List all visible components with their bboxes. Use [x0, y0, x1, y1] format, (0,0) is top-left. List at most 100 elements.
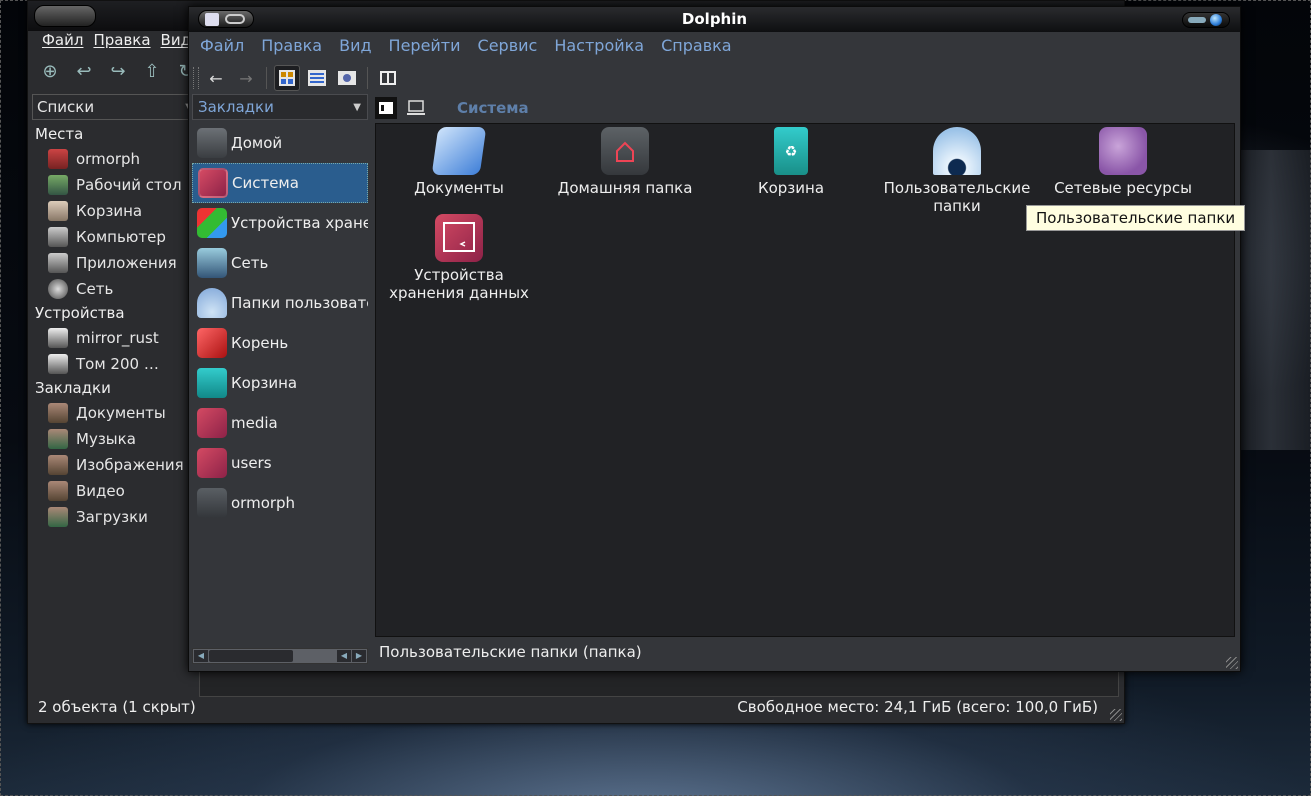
- home-folder-icon: [601, 127, 649, 175]
- video-folder-icon: [48, 481, 68, 501]
- place-item[interactable]: Рабочий стол: [32, 172, 192, 198]
- breadcrumb-mode-button[interactable]: [375, 97, 397, 119]
- device-label: mirror_rust: [76, 329, 159, 347]
- sidebar-item-system[interactable]: Система: [192, 163, 368, 203]
- back-status-free-space: Свободное место: 24,1 ГиБ (всего: 100,0 …: [737, 698, 1098, 716]
- dolphin-window[interactable]: Dolphin Файл Правка Вид Перейти Сервис Н…: [188, 6, 1241, 672]
- breadcrumb-current[interactable]: Система: [457, 99, 529, 117]
- file-item-home[interactable]: Домашняя папка: [542, 127, 708, 197]
- sidebar-item-ormorph[interactable]: ormorph: [192, 483, 368, 523]
- new-folder-icon[interactable]: ⊕: [38, 59, 62, 83]
- sidebar-item-users[interactable]: users: [192, 443, 368, 483]
- bookmark-item[interactable]: Видео: [32, 478, 192, 504]
- preview-view-button[interactable]: [334, 65, 360, 91]
- devices-header: Устройства: [35, 304, 125, 322]
- menu-go[interactable]: Перейти: [389, 36, 461, 58]
- back-arrow-icon[interactable]: ↩: [72, 59, 96, 83]
- place-item[interactable]: Компьютер: [32, 224, 192, 250]
- details-view-icon: [308, 70, 326, 86]
- back-button[interactable]: ←: [203, 65, 229, 91]
- scrollbar-thumb[interactable]: [209, 650, 293, 662]
- place-label: Компьютер: [76, 228, 166, 246]
- bookmark-item[interactable]: Документы: [32, 400, 192, 426]
- places-mode-select[interactable]: Закладки ▼: [192, 94, 368, 120]
- computer-icon: [407, 100, 425, 115]
- back-menu-edit[interactable]: Правка: [93, 31, 150, 53]
- sidebar-item-media[interactable]: media: [192, 403, 368, 443]
- place-item[interactable]: Корзина: [32, 198, 192, 224]
- sidebar-item-user-folders[interactable]: Папки пользователей: [192, 283, 368, 323]
- sidebar-mode-select[interactable]: Списки ▼: [32, 94, 198, 120]
- system-icon: [197, 448, 227, 478]
- sidebar-item-trash[interactable]: Корзина: [192, 363, 368, 403]
- bookmark-item[interactable]: Загрузки: [32, 504, 192, 530]
- sidebar-item-home[interactable]: Домой: [192, 123, 368, 163]
- place-label: ormorph: [76, 150, 141, 168]
- file-label: Устройства хранения данных: [389, 266, 529, 302]
- icons-view-icon: [279, 70, 295, 86]
- menu-file[interactable]: Файл: [200, 36, 244, 58]
- file-view[interactable]: Документы Домашняя папка ♻ Корзина Польз…: [375, 123, 1235, 637]
- icons-view-button[interactable]: [274, 65, 300, 91]
- title-bar[interactable]: Dolphin: [189, 7, 1240, 32]
- back-menu-view[interactable]: Вид: [161, 31, 191, 53]
- menu-help[interactable]: Справка: [661, 36, 732, 58]
- details-view-button[interactable]: [304, 65, 330, 91]
- split-view-button[interactable]: [375, 65, 401, 91]
- sidebar-mode-value: Списки: [37, 98, 95, 116]
- forward-arrow-icon[interactable]: ↪: [106, 59, 130, 83]
- igloo-icon: [197, 288, 227, 318]
- scroll-left-arrow-icon[interactable]: ◀: [337, 650, 351, 662]
- menu-edit[interactable]: Правка: [261, 36, 322, 58]
- bookmark-item[interactable]: Изображения: [32, 452, 192, 478]
- toolbar-handle[interactable]: [193, 67, 199, 89]
- device-item[interactable]: mirror_rust: [32, 325, 192, 351]
- back-toolbar: ⊕ ↩ ↪ ⇧ ↻: [38, 59, 198, 89]
- forward-button[interactable]: →: [233, 65, 259, 91]
- up-arrow-icon[interactable]: ⇧: [140, 59, 164, 83]
- back-window-menu-button[interactable]: [34, 5, 96, 27]
- place-item[interactable]: ormorph: [32, 146, 192, 172]
- sidebar-item-network[interactable]: Сеть: [192, 243, 368, 283]
- device-item[interactable]: Том 200 …: [32, 351, 192, 377]
- back-menu-file[interactable]: Файл: [42, 31, 83, 53]
- file-item-user-folders[interactable]: Пользовательские папки: [874, 127, 1040, 215]
- bookmark-label: Изображения: [76, 456, 184, 474]
- drive-icon: [48, 328, 68, 348]
- menu-bar: Файл Правка Вид Перейти Сервис Настройка…: [189, 36, 732, 58]
- menu-settings[interactable]: Настройка: [554, 36, 644, 58]
- resize-grip[interactable]: [1226, 657, 1238, 669]
- file-item-network[interactable]: Сетевые ресурсы: [1040, 127, 1206, 197]
- menu-view[interactable]: Вид: [339, 36, 371, 58]
- bookmark-label: Видео: [76, 482, 125, 500]
- place-label: Сеть: [76, 280, 114, 298]
- home-icon: [48, 149, 68, 169]
- sidebar-item-storage[interactable]: Устройства хранения данных: [192, 203, 368, 243]
- bookmark-label: Загрузки: [76, 508, 148, 526]
- bookmark-item[interactable]: Музыка: [32, 426, 192, 452]
- sidebar-item-label: Домой: [231, 134, 283, 152]
- close-button[interactable]: [1210, 14, 1222, 26]
- toolbar-separator: [266, 67, 267, 89]
- place-item[interactable]: Приложения: [32, 250, 192, 276]
- sidebar-item-label: Сеть: [231, 254, 269, 272]
- scroll-left-arrow-icon[interactable]: ◀: [194, 650, 208, 662]
- file-label: Сетевые ресурсы: [1054, 179, 1192, 197]
- file-item-storage[interactable]: Устройства хранения данных: [376, 214, 542, 302]
- file-item-trash[interactable]: ♻ Корзина: [708, 127, 874, 197]
- sidebar-item-label: users: [231, 454, 272, 472]
- system-icon: [198, 168, 228, 198]
- file-item-documents[interactable]: Документы: [376, 127, 542, 197]
- scroll-right-arrow-icon[interactable]: ▶: [352, 650, 366, 662]
- sidebar-horizontal-scrollbar[interactable]: ◀ ◀ ▶: [192, 648, 368, 664]
- resize-grip[interactable]: [1110, 709, 1122, 721]
- globe-icon: [1099, 127, 1147, 175]
- places-sidebar: Домой Система Устройства хранения данных…: [192, 123, 368, 648]
- forward-arrow-icon: →: [239, 68, 253, 88]
- sidebar-item-root[interactable]: Корень: [192, 323, 368, 363]
- file-label: Корзина: [757, 179, 825, 197]
- place-item[interactable]: Сеть: [32, 276, 192, 302]
- menu-tools[interactable]: Сервис: [478, 36, 538, 58]
- computer-root-button[interactable]: [405, 97, 427, 119]
- minimize-button[interactable]: [1188, 17, 1206, 23]
